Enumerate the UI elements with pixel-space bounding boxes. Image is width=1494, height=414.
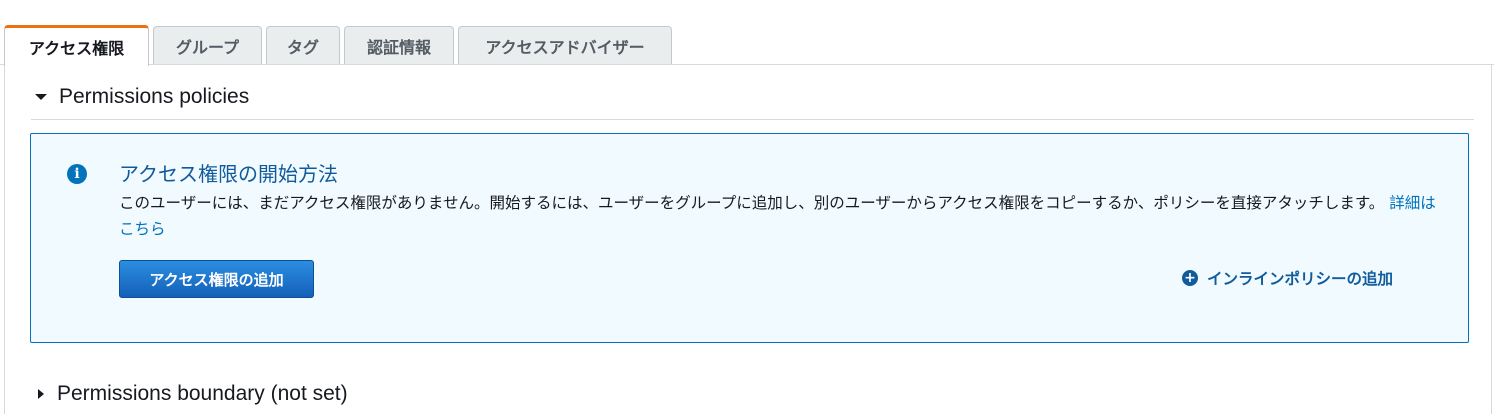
info-body: このユーザーには、まだアクセス権限がありません。開始するには、ユーザーをグループ… (119, 190, 1439, 242)
info-icon: i (67, 164, 87, 184)
section-divider (31, 119, 1474, 120)
info-body-text: このユーザーには、まだアクセス権限がありません。開始するには、ユーザーをグループ… (119, 194, 1385, 212)
tab-permissions[interactable]: アクセス権限 (4, 25, 149, 66)
permissions-boundary-header[interactable]: Permissions boundary (not set) (35, 382, 348, 406)
info-title: アクセス権限の開始方法 (119, 162, 338, 186)
tab-credentials[interactable]: 認証情報 (344, 26, 454, 64)
getting-started-info-box: i アクセス権限の開始方法 このユーザーには、まだアクセス権限がありません。開始… (30, 133, 1469, 343)
plus-circle-icon: + (1182, 270, 1198, 286)
tab-bar: アクセス権限 グループ タグ 認証情報 アクセスアドバイザー (0, 0, 1494, 66)
add-inline-policy-link[interactable]: + インラインポリシーの追加 (1182, 267, 1393, 289)
tab-access-advisor[interactable]: アクセスアドバイザー (458, 26, 672, 64)
add-permissions-button[interactable]: アクセス権限の追加 (119, 260, 314, 298)
permissions-panel: Permissions policies i アクセス権限の開始方法 このユーザ… (4, 65, 1492, 414)
permissions-policies-title: Permissions policies (59, 85, 250, 108)
caret-down-icon (35, 94, 47, 100)
permissions-policies-header[interactable]: Permissions policies (35, 85, 249, 109)
caret-right-icon (38, 389, 44, 399)
add-inline-policy-label: インラインポリシーの追加 (1207, 270, 1394, 288)
permissions-boundary-title: Permissions boundary (not set) (57, 382, 348, 405)
tab-groups[interactable]: グループ (153, 26, 262, 64)
tab-tags[interactable]: タグ (266, 26, 340, 64)
